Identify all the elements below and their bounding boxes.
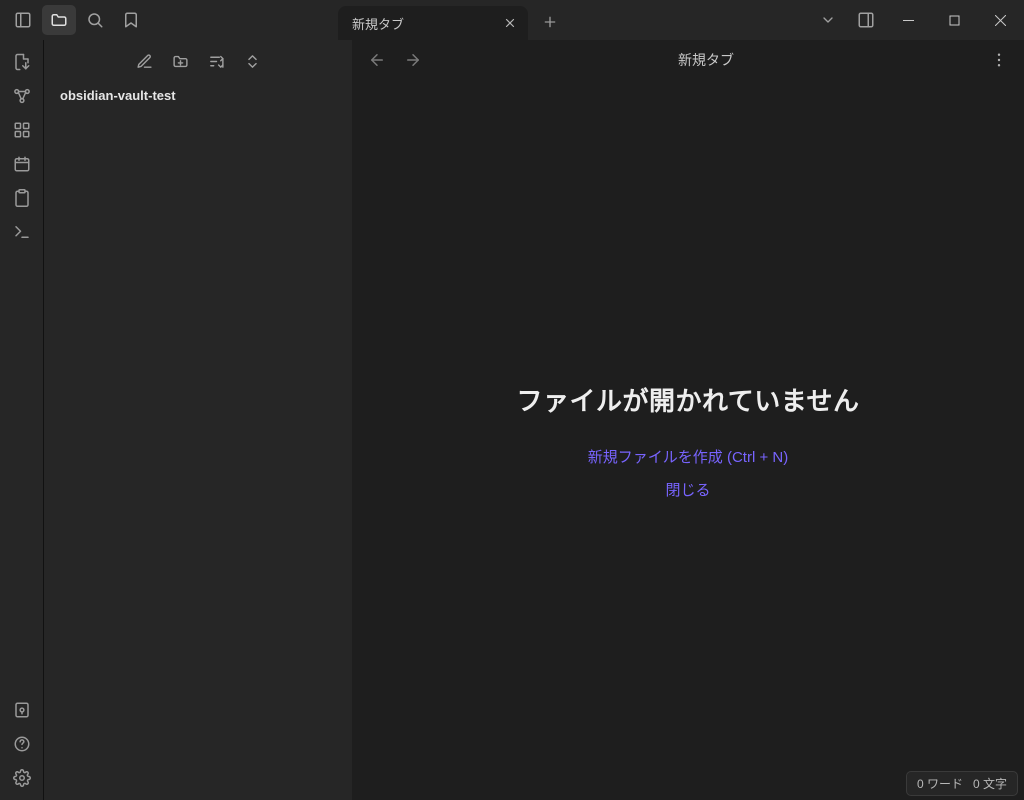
sidebar-toolbar — [44, 40, 352, 82]
left-sidebar-toggle[interactable] — [6, 5, 40, 35]
tab-list-dropdown[interactable] — [810, 5, 846, 35]
daily-note-icon[interactable] — [5, 148, 39, 180]
ribbon — [0, 40, 44, 800]
search-tab-button[interactable] — [78, 5, 112, 35]
titlebar-right — [810, 0, 1024, 40]
graph-view-icon[interactable] — [5, 80, 39, 112]
new-tab-button[interactable] — [534, 6, 566, 38]
settings-icon[interactable] — [5, 762, 39, 794]
help-icon[interactable] — [5, 728, 39, 760]
titlebar: 新規タブ — [0, 0, 1024, 40]
status-bar: 0 ワード 0 文字 — [906, 771, 1018, 796]
tab-bar: 新規タブ — [338, 0, 810, 40]
empty-state-actions: 新規ファイルを作成 (Ctrl + N) 閉じる — [588, 446, 788, 500]
tab-new[interactable]: 新規タブ — [338, 6, 528, 40]
collapse-button[interactable] — [237, 47, 267, 75]
status-word-count: 0 ワード — [917, 775, 963, 792]
command-palette-icon[interactable] — [5, 216, 39, 248]
sort-button[interactable] — [201, 47, 231, 75]
file-explorer-sidebar: obsidian-vault-test — [44, 40, 352, 800]
empty-state: ファイルが開かれていません 新規ファイルを作成 (Ctrl + N) 閉じる — [352, 80, 1024, 800]
view-header-title: 新規タブ — [434, 50, 978, 70]
templates-icon[interactable] — [5, 182, 39, 214]
window-minimize-button[interactable] — [886, 0, 930, 40]
quick-switcher-icon[interactable] — [5, 46, 39, 78]
empty-state-title: ファイルが開かれていません — [517, 381, 860, 418]
tab-label: 新規タブ — [352, 14, 404, 33]
nav-forward-button[interactable] — [398, 45, 428, 75]
status-char-count: 0 文字 — [973, 775, 1007, 792]
titlebar-left-tools — [0, 0, 148, 40]
new-folder-button[interactable] — [165, 47, 195, 75]
tab-close-button[interactable] — [500, 13, 520, 33]
canvas-icon[interactable] — [5, 114, 39, 146]
view-header: 新規タブ — [352, 40, 1024, 80]
nav-back-button[interactable] — [362, 45, 392, 75]
window-close-button[interactable] — [978, 0, 1022, 40]
create-new-file-link[interactable]: 新規ファイルを作成 (Ctrl + N) — [588, 446, 788, 467]
workspace-body: obsidian-vault-test 新規タブ ファイルが開かれていません 新… — [0, 40, 1024, 800]
more-options-button[interactable] — [984, 45, 1014, 75]
new-note-button[interactable] — [129, 47, 159, 75]
files-tab-button[interactable] — [42, 5, 76, 35]
right-sidebar-toggle[interactable] — [848, 5, 884, 35]
window-maximize-button[interactable] — [932, 0, 976, 40]
main-pane: 新規タブ ファイルが開かれていません 新規ファイルを作成 (Ctrl + N) … — [352, 40, 1024, 800]
vault-switcher-icon[interactable] — [5, 694, 39, 726]
vault-name[interactable]: obsidian-vault-test — [44, 82, 352, 105]
close-link[interactable]: 閉じる — [665, 479, 710, 500]
bookmarks-tab-button[interactable] — [114, 5, 148, 35]
